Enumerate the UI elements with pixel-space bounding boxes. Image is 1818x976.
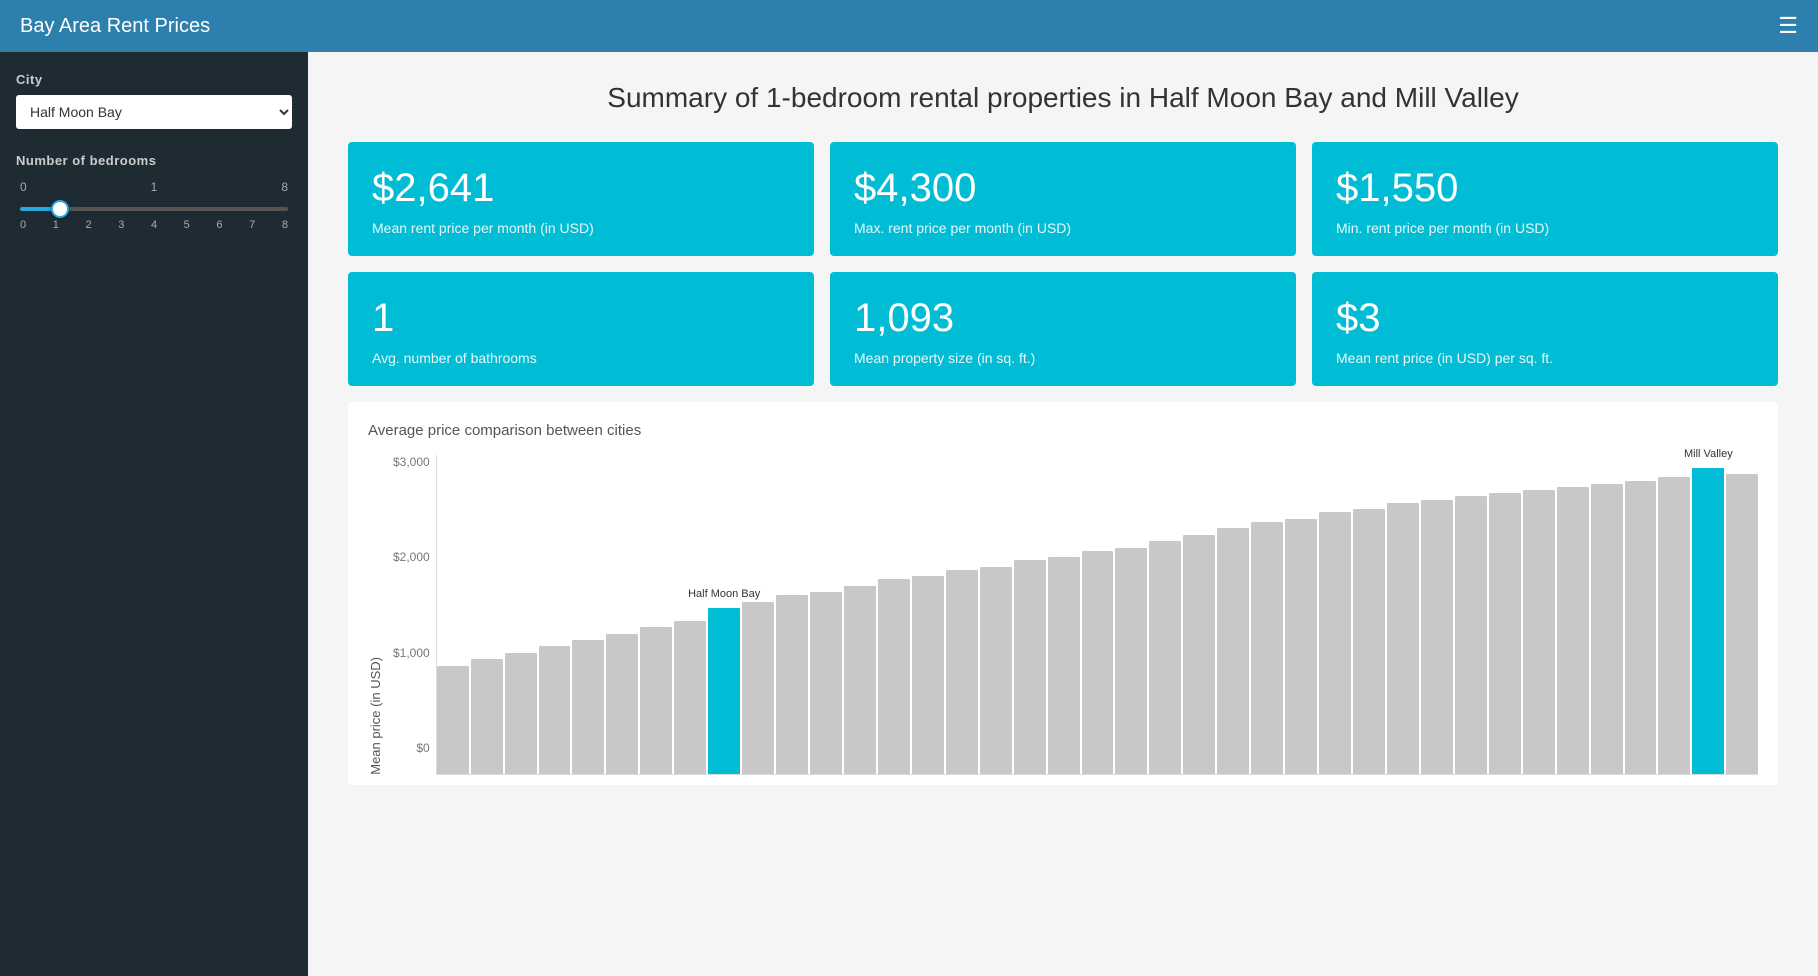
bar-34 <box>1591 484 1623 774</box>
bar-2 <box>505 653 537 774</box>
stat-card-3: 1 Avg. number of bathrooms <box>348 272 814 386</box>
bar-6 <box>640 627 672 774</box>
bedrooms-slider[interactable] <box>20 207 288 211</box>
bar-36 <box>1658 477 1690 774</box>
bar-1 <box>471 659 503 774</box>
y-scale-label: $1,000 <box>393 646 430 660</box>
app-title: Bay Area Rent Prices <box>20 15 1748 38</box>
y-scale: $3,000 $2,000 $1,000 $0 <box>393 455 430 775</box>
bar-27 <box>1353 509 1385 774</box>
y-scale-label: $3,000 <box>393 455 430 469</box>
bar-23 <box>1217 528 1249 774</box>
stat-value-5: $3 <box>1336 296 1754 340</box>
bedrooms-label: Number of bedrooms <box>16 153 292 168</box>
slider-current-label: 1 <box>151 180 158 194</box>
bars-wrapper: Half Moon Bay Mill Valley <box>436 455 1758 775</box>
chart-section: Average price comparison between cities … <box>348 402 1778 785</box>
bar-9 <box>742 602 774 774</box>
city-select[interactable]: Half Moon Bay Mill Valley <box>16 95 292 129</box>
bar-11 <box>810 592 842 774</box>
bar-4 <box>572 640 604 774</box>
bar-19 <box>1082 551 1114 774</box>
bar-38 <box>1726 474 1758 774</box>
stat-desc-4: Mean property size (in sq. ft.) <box>854 350 1272 366</box>
bar-26 <box>1319 512 1351 774</box>
bar-31 <box>1489 493 1521 774</box>
stat-card-5: $3 Mean rent price (in USD) per sq. ft. <box>1312 272 1778 386</box>
bar-label-8: Half Moon Bay <box>688 588 760 600</box>
bar-12 <box>844 586 876 774</box>
bar-28 <box>1387 503 1419 774</box>
bar-17 <box>1014 560 1046 774</box>
chart-title: Average price comparison between cities <box>368 422 1758 439</box>
bar-0 <box>437 666 469 774</box>
bar-30 <box>1455 496 1487 774</box>
city-label: City <box>16 72 292 87</box>
bar-3 <box>539 646 571 774</box>
bar-29 <box>1421 500 1453 774</box>
slider-container: 0 1 8 0 1 2 3 4 5 6 7 8 <box>16 180 292 231</box>
sidebar: City Half Moon Bay Mill Valley Number of… <box>0 52 308 976</box>
chart-area: Mean price (in USD) $3,000 $2,000 $1,000 $0… <box>368 455 1758 775</box>
bar-16 <box>980 567 1012 774</box>
bar-5 <box>606 634 638 774</box>
bar-8: Half Moon Bay <box>708 608 740 774</box>
stat-card-2: $1,550 Min. rent price per month (in USD… <box>1312 142 1778 256</box>
page-title: Summary of 1-bedroom rental properties i… <box>348 82 1778 114</box>
bar-22 <box>1183 535 1215 774</box>
bar-33 <box>1557 487 1589 774</box>
stat-card-1: $4,300 Max. rent price per month (in USD… <box>830 142 1296 256</box>
bar-25 <box>1285 519 1317 774</box>
bar-18 <box>1048 557 1080 774</box>
slider-max-label: 8 <box>281 180 288 194</box>
stat-value-3: 1 <box>372 296 790 340</box>
bars-area: Half Moon Bay Mill Valley <box>436 455 1758 775</box>
bar-21 <box>1149 541 1181 774</box>
bar-24 <box>1251 522 1283 774</box>
stat-desc-3: Avg. number of bathrooms <box>372 350 790 366</box>
bar-label-37: Mill Valley <box>1684 448 1733 460</box>
bar-7 <box>674 621 706 774</box>
slider-ticks: 0 1 2 3 4 5 6 7 8 <box>20 219 288 231</box>
cards-grid-bottom: 1 Avg. number of bathrooms 1,093 Mean pr… <box>348 272 1778 386</box>
bar-15 <box>946 570 978 774</box>
stat-value-4: 1,093 <box>854 296 1272 340</box>
stat-value-2: $1,550 <box>1336 166 1754 210</box>
main-layout: City Half Moon Bay Mill Valley Number of… <box>0 52 1818 976</box>
y-scale-label: $0 <box>393 741 430 755</box>
bar-10 <box>776 595 808 774</box>
stat-value-0: $2,641 <box>372 166 790 210</box>
bar-13 <box>878 579 910 774</box>
bar-20 <box>1115 548 1147 774</box>
stat-desc-1: Max. rent price per month (in USD) <box>854 220 1272 236</box>
slider-min-label: 0 <box>20 180 27 194</box>
bar-37: Mill Valley <box>1692 468 1724 774</box>
hamburger-icon[interactable]: ☰ <box>1778 13 1798 39</box>
y-scale-label: $2,000 <box>393 550 430 564</box>
stat-desc-5: Mean rent price (in USD) per sq. ft. <box>1336 350 1754 366</box>
stat-card-0: $2,641 Mean rent price per month (in USD… <box>348 142 814 256</box>
bar-35 <box>1625 481 1657 774</box>
stat-card-4: 1,093 Mean property size (in sq. ft.) <box>830 272 1296 386</box>
main-content: Summary of 1-bedroom rental properties i… <box>308 52 1818 976</box>
bar-32 <box>1523 490 1555 774</box>
cards-grid-top: $2,641 Mean rent price per month (in USD… <box>348 142 1778 256</box>
stat-desc-2: Min. rent price per month (in USD) <box>1336 220 1754 236</box>
y-axis-label: Mean price (in USD) <box>368 657 383 775</box>
bar-14 <box>912 576 944 774</box>
app-header: Bay Area Rent Prices ☰ <box>0 0 1818 52</box>
stat-value-1: $4,300 <box>854 166 1272 210</box>
stat-desc-0: Mean rent price per month (in USD) <box>372 220 790 236</box>
slider-range-labels: 0 1 8 <box>20 180 288 194</box>
